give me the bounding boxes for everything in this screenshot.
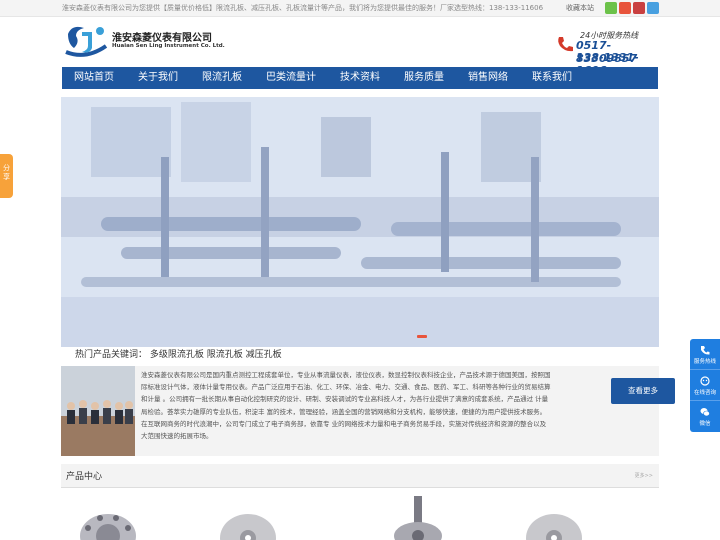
float-wechat-button[interactable]: 微信 (690, 401, 720, 432)
product-thumb-2[interactable] (218, 496, 278, 540)
banner-image (61, 97, 659, 347)
qq-icon[interactable] (647, 2, 659, 14)
hot-keywords-label: 热门产品关键词： (75, 350, 148, 360)
view-more-button[interactable]: 查看更多 (611, 378, 675, 404)
float-hotline-button[interactable]: 服务热线 (690, 339, 720, 370)
hot-keywords: 热门产品关键词： 多级限流孔板 限流孔板 减压孔板 (75, 347, 282, 360)
slider-dot-active[interactable] (417, 335, 427, 338)
nav-service[interactable]: 服务质量 (392, 67, 456, 89)
about-text: 淮安森菱仪表有限公司是国内重点测控工程成套单位，专业从事流量仪表，液位仪表，数显… (141, 371, 551, 441)
nav-about[interactable]: 关于我们 (126, 67, 190, 89)
product-thumb-4[interactable] (524, 496, 584, 540)
weibo-icon[interactable] (619, 2, 631, 14)
company-team-photo (61, 366, 135, 456)
phone-icon (701, 346, 710, 355)
favorite-link[interactable]: 收藏本站 (566, 3, 594, 13)
nav-contact[interactable]: 联系我们 (520, 67, 584, 89)
nav-orifice-plate[interactable]: 限流孔板 (190, 67, 254, 89)
qzone-icon[interactable] (633, 2, 645, 14)
banner-slider[interactable] (61, 97, 659, 347)
nav-sales[interactable]: 销售网络 (456, 67, 520, 89)
float-wechat-label: 微信 (699, 421, 711, 427)
share-tab[interactable]: 分享 (0, 154, 13, 198)
float-consult-label: 在线咨询 (693, 390, 716, 396)
wechat-icon[interactable] (605, 2, 617, 14)
product-thumb-3[interactable] (388, 496, 448, 540)
top-bar: 淮安森菱仪表有限公司为您提供【质量优价格低】限流孔板、减压孔板、孔板流量计等产品… (0, 0, 720, 17)
nav-flowmeter[interactable]: 巴类流量计 (254, 67, 328, 89)
site-logo[interactable]: 淮安森菱仪表有限公司 Huaian Sen Ling Instrument Co… (62, 22, 225, 62)
product-more-link[interactable]: 更多>> (635, 472, 653, 479)
about-section: 淮安森菱仪表有限公司是国内重点测控工程成套单位，专业从事流量仪表，液位仪表，数显… (61, 366, 675, 456)
product-center-title: 产品中心 (66, 472, 103, 482)
chat-icon (700, 376, 710, 386)
nav-home[interactable]: 网站首页 (62, 67, 126, 89)
main-nav: 网站首页 关于我们 限流孔板 巴类流量计 技术资料 服务质量 销售网络 联系我们 (62, 67, 658, 89)
logo-name-cn: 淮安森菱仪表有限公司 (112, 33, 212, 44)
product-thumb-1[interactable] (78, 496, 138, 540)
logo-emblem-icon (65, 26, 108, 57)
phone-icon (558, 37, 573, 52)
float-consult-button[interactable]: 在线咨询 (690, 370, 720, 401)
hot-keywords-items[interactable]: 多级限流孔板 限流孔板 减压孔板 (150, 350, 282, 360)
nav-tech-docs[interactable]: 技术资料 (328, 67, 392, 89)
floating-service-panel: 服务热线 在线咨询 微信 (690, 339, 720, 432)
hotline-block: 24小时服务热线 0517-83309857 138-1331-1606 (556, 30, 666, 77)
top-notice: 淮安森菱仪表有限公司为您提供【质量优价格低】限流孔板、减压孔板、孔板流量计等产品… (62, 4, 544, 12)
float-hotline-label: 服务热线 (693, 359, 716, 365)
logo-name-en: Huaian Sen Ling Instrument Co. Ltd. (112, 43, 225, 49)
product-center-header: 产品中心 更多>> (61, 464, 659, 488)
wechat-icon (700, 408, 710, 417)
